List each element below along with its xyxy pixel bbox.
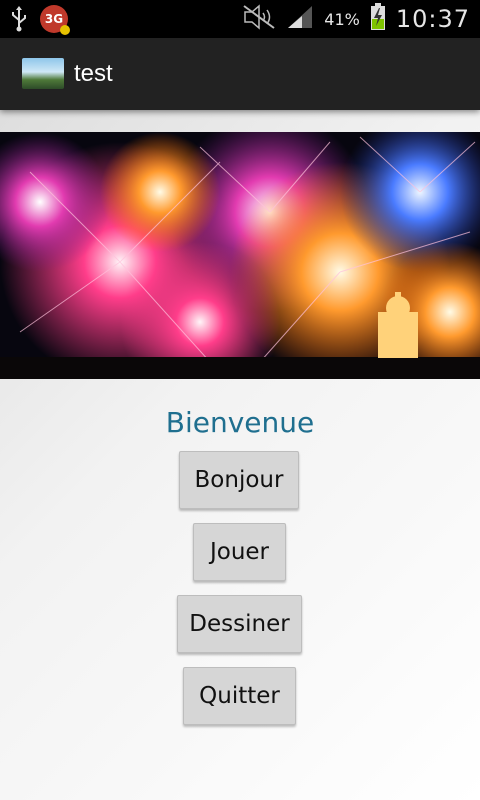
app-title: test [74,60,113,87]
no-signal-icon [242,4,276,34]
bonjour-button[interactable]: Bonjour [179,451,299,509]
network-3g-icon: 3G [40,5,70,35]
quitter-button[interactable]: Quitter [183,667,296,725]
fireworks-banner-image [0,132,480,379]
status-bar-right: 41% 10:37 [242,3,470,35]
welcome-heading: Bienvenue [165,406,315,439]
battery-charging-icon [370,3,386,35]
network-badge-label: 3G [44,12,64,26]
battery-percent: 41% [324,9,360,29]
clock-time: 10:37 [395,5,470,33]
network-status-dot [60,25,70,35]
status-bar-left: 3G [10,4,70,35]
action-bar: test [0,38,480,110]
dessiner-button[interactable]: Dessiner [177,595,302,653]
signal-strength-icon [286,4,314,34]
status-bar: 3G 41% 10:37 [0,0,480,38]
usb-icon [10,6,28,32]
app-thumbnail-icon[interactable] [22,58,64,89]
jouer-button[interactable]: Jouer [193,523,286,581]
